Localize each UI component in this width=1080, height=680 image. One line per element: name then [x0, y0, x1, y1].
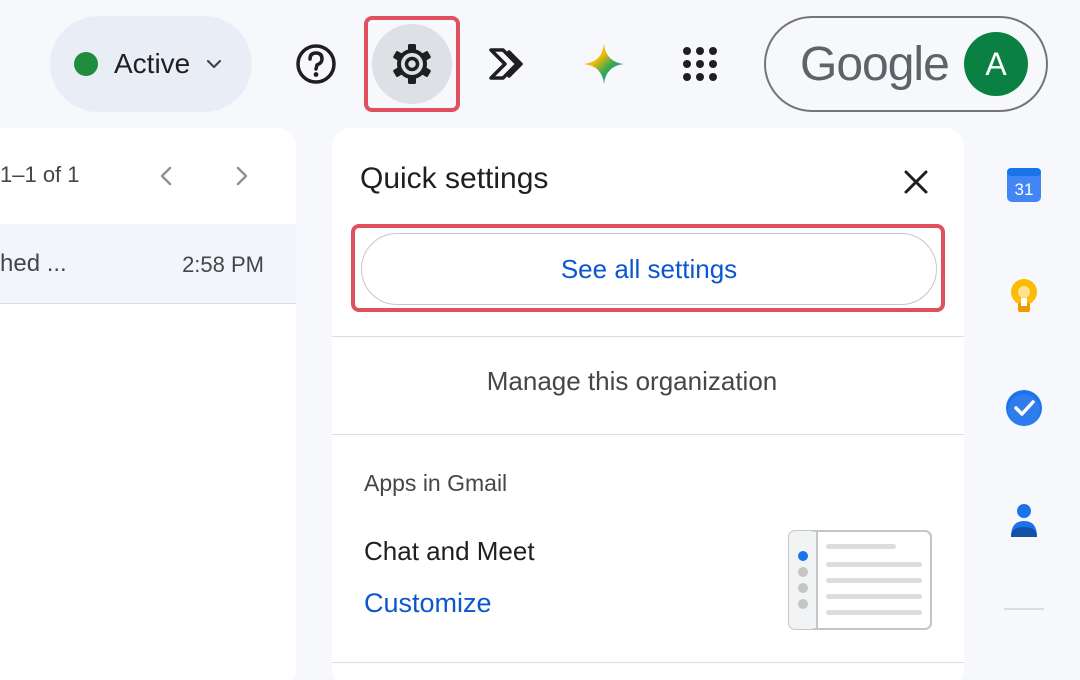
manage-organization-link[interactable]: Manage this organization — [332, 366, 932, 397]
status-dot — [74, 52, 98, 76]
apps-grid-icon — [683, 47, 717, 81]
status-dropdown[interactable]: Active — [50, 16, 252, 112]
mail-snippet: hed ... — [0, 250, 67, 277]
contacts-button[interactable] — [998, 494, 1050, 546]
chevron-left-icon[interactable] — [154, 160, 178, 192]
chevron-down-icon — [207, 59, 222, 69]
quick-settings-title: Quick settings — [360, 162, 549, 195]
contacts-icon — [1011, 504, 1037, 537]
apps-grid-button[interactable] — [660, 16, 740, 112]
gemini-icon — [584, 44, 624, 84]
divider — [332, 336, 964, 337]
avatar: A — [964, 32, 1028, 96]
rail-divider — [1004, 608, 1044, 610]
see-all-settings-button[interactable]: See all settings — [361, 233, 937, 305]
close-icon[interactable] — [898, 164, 934, 200]
calendar-date: 31 — [1015, 180, 1034, 199]
mail-list-panel — [0, 128, 296, 680]
chevron-right-icon[interactable] — [230, 160, 254, 192]
status-label: Active — [114, 48, 191, 79]
customize-link[interactable]: Customize — [364, 588, 492, 619]
settings-button[interactable] — [364, 16, 460, 112]
calendar-icon: 31 — [1007, 168, 1041, 202]
pager-count: 1–1 of 1 — [0, 162, 80, 187]
settings-icon — [393, 44, 431, 84]
help-button[interactable] — [276, 16, 356, 112]
help-icon — [296, 44, 336, 84]
chat-and-meet-label: Chat and Meet — [364, 536, 535, 566]
settings-button-bg — [372, 24, 452, 104]
divider — [332, 434, 964, 435]
quick-settings-panel: Quick settings See all settings Manage t… — [332, 128, 964, 680]
gmail-window: Active Google A 1–1 of 1 hed ... 2:58 PM… — [0, 0, 1080, 680]
calendar-button[interactable]: 31 — [998, 158, 1050, 210]
apps-script-button[interactable] — [468, 16, 548, 112]
list-item[interactable]: hed ... 2:58 PM — [0, 224, 296, 304]
tasks-icon — [1006, 390, 1042, 426]
account-button[interactable]: Google A — [764, 16, 1048, 112]
chat-layout-thumbnail-icon — [788, 530, 932, 630]
gemini-button[interactable] — [564, 16, 644, 112]
apps-script-icon — [489, 48, 523, 80]
mail-time: 2:58 PM — [182, 252, 264, 277]
keep-icon — [1011, 279, 1037, 312]
tasks-button[interactable] — [998, 382, 1050, 434]
divider — [332, 662, 964, 663]
apps-in-gmail-heading: Apps in Gmail — [364, 470, 508, 496]
google-logo: Google — [800, 37, 950, 91]
keep-button[interactable] — [998, 270, 1050, 322]
